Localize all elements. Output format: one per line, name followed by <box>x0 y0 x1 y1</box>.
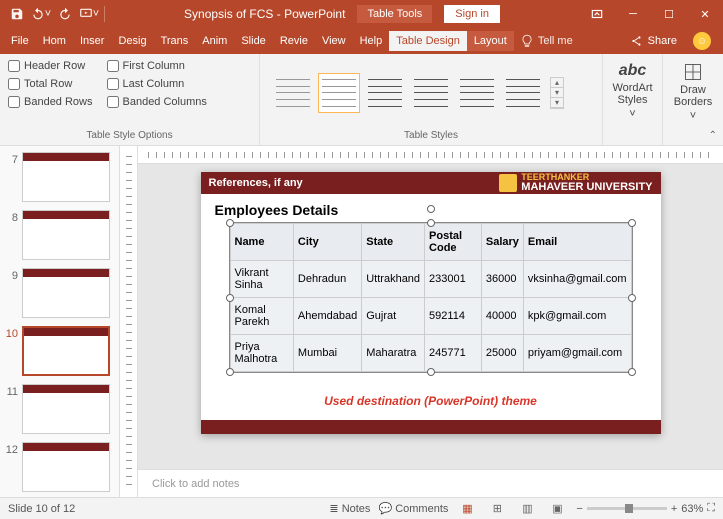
thumb-12[interactable] <box>22 442 110 492</box>
table-style-4[interactable] <box>410 73 452 113</box>
sign-in-button[interactable]: Sign in <box>444 5 500 23</box>
normal-view-icon[interactable]: ▦ <box>456 501 478 517</box>
chk-total-row[interactable]: Total Row <box>8 78 93 90</box>
tab-file[interactable]: File <box>4 31 36 51</box>
collapse-ribbon-icon[interactable]: ⌃ <box>709 130 717 141</box>
draw-borders-button[interactable]: Draw Borders˅ <box>671 58 715 126</box>
resize-handle[interactable] <box>628 219 636 227</box>
tab-slideshow[interactable]: Slide <box>234 31 272 51</box>
wordart-styles-button[interactable]: abc WordArt Styles˅ <box>611 58 654 124</box>
table-style-1[interactable] <box>272 73 314 113</box>
tab-view[interactable]: View <box>315 31 353 51</box>
thumb-11[interactable] <box>22 384 110 434</box>
redo-button[interactable] <box>54 3 76 25</box>
ribbon-options-button[interactable] <box>579 0 615 28</box>
start-slideshow-button[interactable]: ˅ <box>78 3 100 25</box>
sorter-view-icon[interactable]: ⊞ <box>486 501 508 517</box>
slideshow-view-icon[interactable]: ▣ <box>546 501 568 517</box>
reading-view-icon[interactable]: ▥ <box>516 501 538 517</box>
tab-transitions[interactable]: Trans <box>154 31 196 51</box>
tab-design[interactable]: Desig <box>111 31 153 51</box>
zoom-level[interactable]: 63% <box>681 503 703 515</box>
table-style-6[interactable] <box>502 73 544 113</box>
maximize-button[interactable]: ☐ <box>651 0 687 28</box>
save-button[interactable] <box>6 3 28 25</box>
close-button[interactable]: ✕ <box>687 0 723 28</box>
table-row: Vikrant SinhaDehradunUttrakhand233001360… <box>230 261 631 298</box>
share-button[interactable]: Share <box>622 34 685 48</box>
chk-last-col[interactable]: Last Column <box>107 78 207 90</box>
chk-header-row[interactable]: Header Row <box>8 60 93 72</box>
zoom-out-button[interactable]: − <box>576 503 582 515</box>
thumb-8[interactable] <box>22 210 110 260</box>
document-title: Synopsis of FCS - PowerPoint <box>184 7 345 21</box>
undo-button[interactable]: ˅ <box>30 3 52 25</box>
zoom-in-button[interactable]: + <box>671 503 677 515</box>
tab-layout[interactable]: Layout <box>467 31 514 51</box>
table-row: Komal ParekhAhemdabadGujrat59211440000kp… <box>230 298 631 335</box>
resize-handle[interactable] <box>226 219 234 227</box>
table-styles-more[interactable]: ▴▾▾ <box>550 77 564 109</box>
resize-handle[interactable] <box>226 368 234 376</box>
employees-table[interactable]: NameCityStatePostal CodeSalaryEmail Vikr… <box>230 223 632 372</box>
feedback-icon[interactable]: ☺ <box>693 32 711 50</box>
tab-table-design[interactable]: Table Design <box>389 31 467 51</box>
chk-banded-rows[interactable]: Banded Rows <box>8 96 93 108</box>
slide-counter: Slide 10 of 12 <box>8 503 75 515</box>
tell-me[interactable]: Tell me <box>520 34 573 48</box>
slide-header-text: References, if any <box>209 177 303 189</box>
fit-to-window-button[interactable]: ⛶ <box>707 502 715 515</box>
notes-pane[interactable]: Click to add notes <box>138 469 723 497</box>
slide-footer-bar <box>201 420 661 434</box>
slide-caption: Used destination (PowerPoint) theme <box>201 394 661 408</box>
resize-handle[interactable] <box>628 368 636 376</box>
thumb-9[interactable] <box>22 268 110 318</box>
tab-home[interactable]: Hom <box>36 31 73 51</box>
minimize-button[interactable]: ─ <box>615 0 651 28</box>
tab-review[interactable]: Revie <box>273 31 315 51</box>
group-table-style-options: Table Style Options <box>8 128 251 145</box>
thumb-7[interactable] <box>22 152 110 202</box>
table-object[interactable]: NameCityStatePostal CodeSalaryEmail Vikr… <box>229 222 633 373</box>
table-row: Priya MalhotraMumbaiMaharatra24577125000… <box>230 335 631 372</box>
horizontal-ruler <box>138 146 723 164</box>
chk-banded-cols[interactable]: Banded Columns <box>107 96 207 108</box>
chk-first-col[interactable]: First Column <box>107 60 207 72</box>
tab-insert[interactable]: Inser <box>73 31 111 51</box>
comments-toggle[interactable]: 💬 Comments <box>378 502 448 515</box>
slide-thumbnails-panel[interactable]: 7 8 9 10 11 12 <box>0 146 120 497</box>
zoom-slider[interactable] <box>587 507 667 510</box>
resize-handle[interactable] <box>427 219 435 227</box>
group-table-styles: Table Styles <box>268 128 594 145</box>
resize-handle[interactable] <box>628 294 636 302</box>
table-style-5[interactable] <box>456 73 498 113</box>
contextual-tab-label: Table Tools <box>357 5 432 23</box>
tab-help[interactable]: Help <box>353 31 390 51</box>
table-style-3[interactable] <box>364 73 406 113</box>
university-logo: TEERTHANKERMAHAVEER UNIVERSITY <box>499 173 652 193</box>
slide-canvas[interactable]: References, if any TEERTHANKERMAHAVEER U… <box>201 172 661 434</box>
vertical-ruler <box>120 146 138 497</box>
tab-animations[interactable]: Anim <box>195 31 234 51</box>
table-style-2[interactable] <box>318 73 360 113</box>
notes-toggle[interactable]: ≣ Notes <box>329 502 370 515</box>
resize-handle[interactable] <box>226 294 234 302</box>
rotate-handle[interactable] <box>427 205 435 213</box>
thumb-10[interactable] <box>22 326 110 376</box>
resize-handle[interactable] <box>427 368 435 376</box>
